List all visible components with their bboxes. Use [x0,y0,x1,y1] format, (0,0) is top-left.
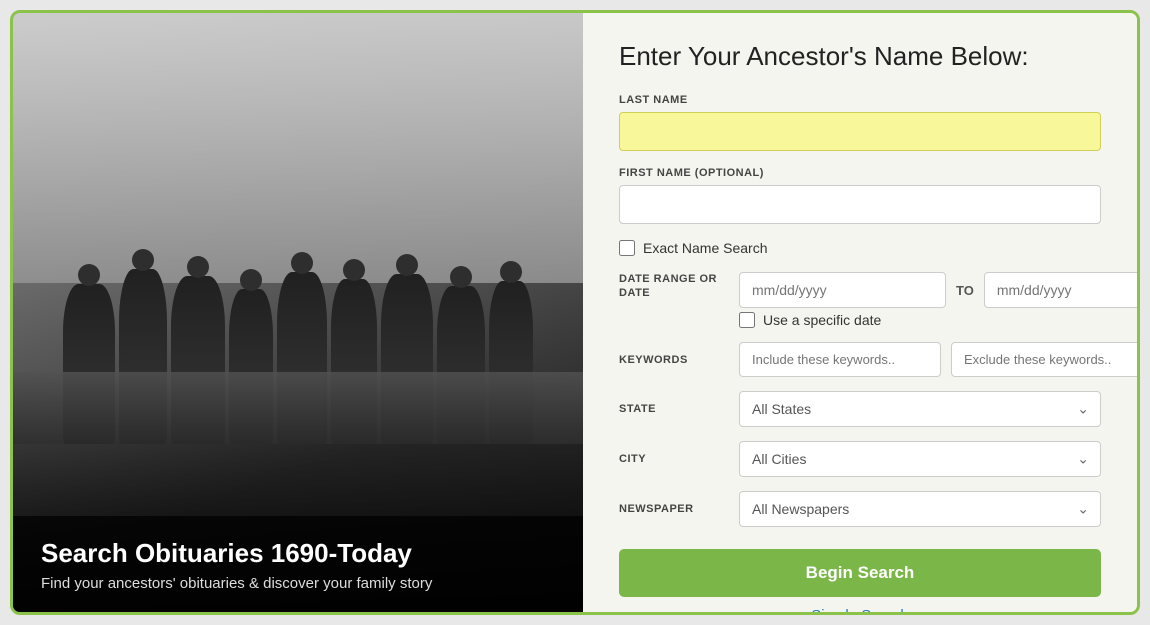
begin-search-button[interactable]: Begin Search [619,549,1101,597]
newspaper-label: NEWSPAPER [619,503,739,515]
date-inputs: TO Use a specific date [739,272,1137,328]
state-field: STATE All States Alabama Alaska Arizona … [619,391,1101,427]
caption-title: Search Obituaries 1690-Today [41,538,555,569]
date-range-label: DATE RANGE ORDATE [619,272,739,301]
newspaper-select-wrapper: All Newspapers ⌄ [739,491,1101,527]
include-keywords-input[interactable] [739,342,941,377]
city-select-wrapper: All Cities ⌄ [739,441,1101,477]
keywords-inputs [739,342,1137,377]
form-heading: Enter Your Ancestor's Name Below: [619,41,1101,72]
main-container: Search Obituaries 1690-Today Find your a… [10,10,1140,615]
newspaper-field: NEWSPAPER All Newspapers ⌄ [619,491,1101,527]
specific-date-label: Use a specific date [763,312,881,328]
state-select[interactable]: All States Alabama Alaska Arizona Califo… [739,391,1101,427]
first-name-input[interactable] [619,185,1101,224]
exact-name-row: Exact Name Search [619,240,1101,256]
state-select-wrapper: All States Alabama Alaska Arizona Califo… [739,391,1101,427]
caption-subtitle: Find your ancestors' obituaries & discov… [41,575,555,592]
last-name-input[interactable] [619,112,1101,151]
photo-caption: Search Obituaries 1690-Today Find your a… [13,516,583,612]
last-name-group: LAST NAME [619,94,1101,151]
simple-search-link[interactable]: Simple Search [619,607,1101,612]
city-select[interactable]: All Cities [739,441,1101,477]
city-label: CITY [619,453,739,465]
first-name-group: FIRST NAME (optional) [619,167,1101,224]
to-label: TO [956,283,974,298]
specific-date-checkbox[interactable] [739,312,755,328]
exact-name-checkbox[interactable] [619,240,635,256]
first-name-label: FIRST NAME (optional) [619,167,1101,179]
form-panel: Enter Your Ancestor's Name Below: LAST N… [583,13,1137,612]
exact-name-label: Exact Name Search [643,240,768,256]
keywords-field: KEYWORDS [619,342,1101,377]
specific-date-row: Use a specific date [739,312,1137,328]
date-end-input[interactable] [984,272,1137,308]
date-start-input[interactable] [739,272,946,308]
last-name-label: LAST NAME [619,94,1101,106]
exclude-keywords-input[interactable] [951,342,1137,377]
keywords-label: KEYWORDS [619,354,739,366]
city-field: CITY All Cities ⌄ [619,441,1101,477]
photo-panel: Search Obituaries 1690-Today Find your a… [13,13,583,612]
date-row: TO [739,272,1137,308]
newspaper-select[interactable]: All Newspapers [739,491,1101,527]
date-range-section: DATE RANGE ORDATE TO Use a specific date [619,272,1101,328]
state-label: STATE [619,403,739,415]
